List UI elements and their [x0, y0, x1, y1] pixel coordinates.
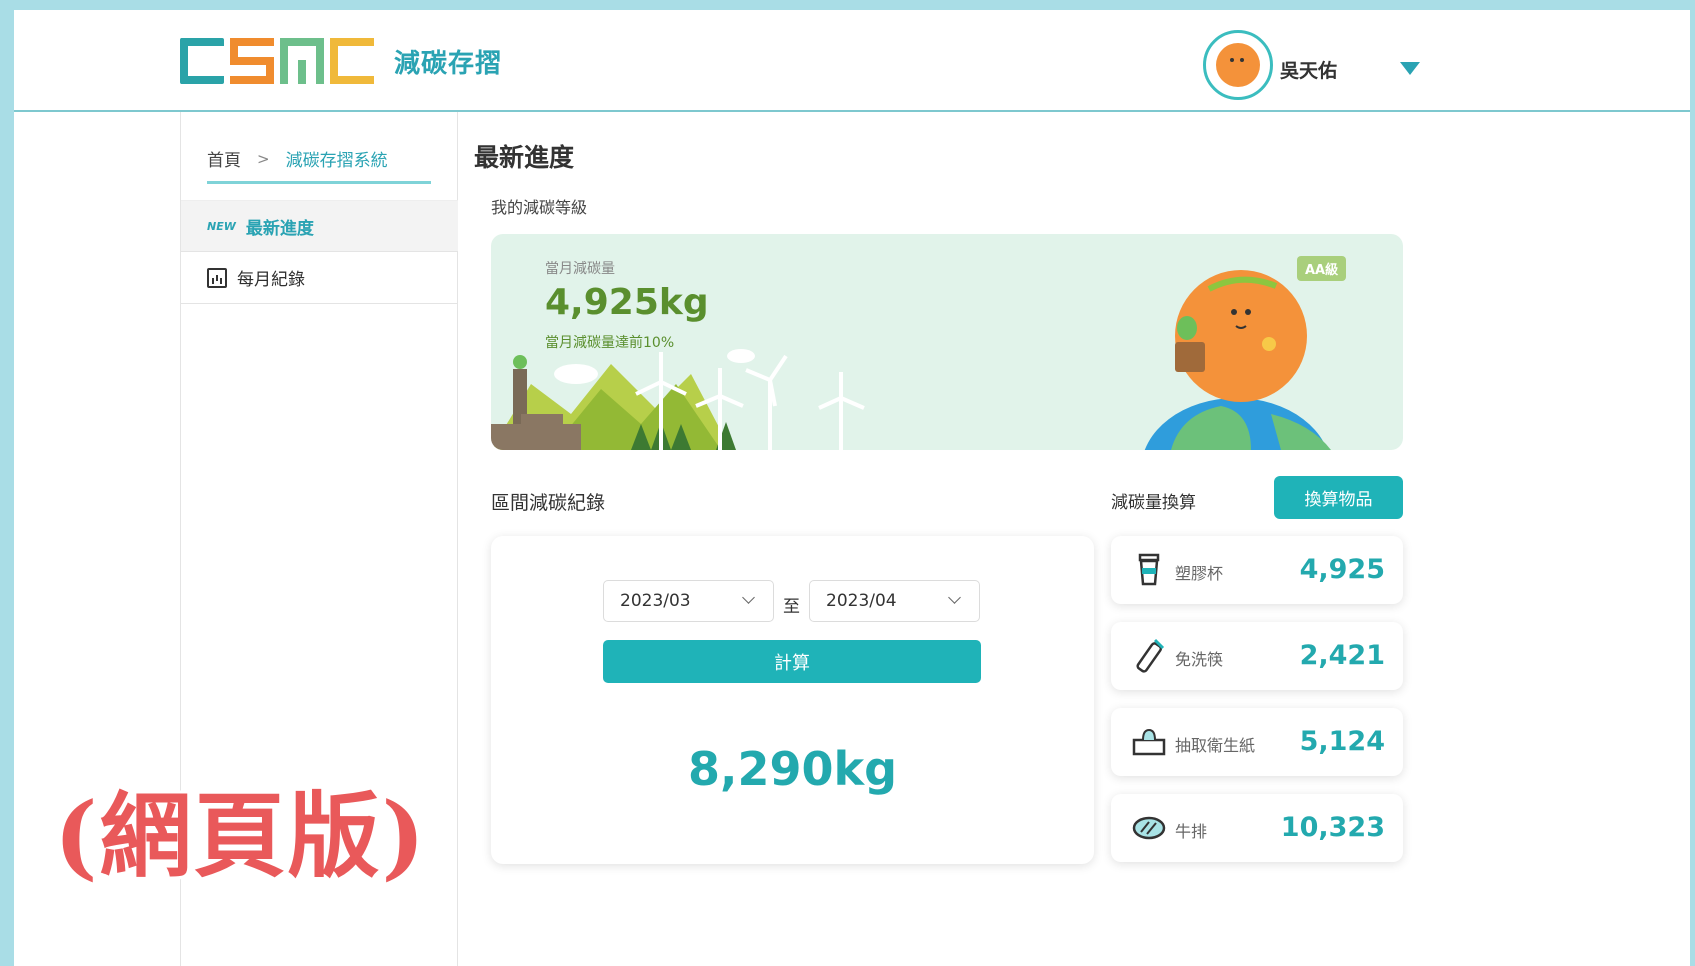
logo-mark-n: [280, 38, 324, 84]
logo-mark-c2: [330, 38, 374, 84]
app-title: 減碳存摺: [394, 48, 503, 79]
monthly-reduction-label: 當月減碳量: [545, 261, 615, 277]
app-frame: 減碳存摺 吳天佑 首頁 > 減碳存摺系統 NEW 最新進度 每月紀錄 最新進度 …: [14, 10, 1690, 966]
sidebar-item-label: 每月紀錄: [237, 270, 305, 290]
calculate-button[interactable]: 計算: [603, 640, 981, 683]
convert-items-button[interactable]: 換算物品: [1274, 476, 1403, 519]
cup-icon: [1138, 553, 1160, 586]
end-month-value: 2023/04: [826, 591, 897, 611]
start-month-value: 2023/03: [620, 591, 691, 611]
new-tag-icon: NEW: [207, 219, 236, 233]
conversion-item-value: 2,421: [1299, 640, 1385, 671]
mascot-eye: [1231, 309, 1237, 315]
range-to-label: 至: [783, 597, 800, 617]
medal-icon: [1262, 337, 1276, 351]
factory-shape: [491, 424, 581, 450]
sprout-icon: [513, 355, 527, 369]
breadcrumb-underline: [207, 181, 431, 184]
wind-turbine-icon: [745, 354, 788, 450]
conversion-item-name: 牛排: [1175, 822, 1208, 841]
conversion-item-name: 抽取衛生紙: [1175, 736, 1256, 755]
chevron-down-icon[interactable]: [1400, 62, 1420, 75]
logo[interactable]: 減碳存摺: [180, 38, 502, 84]
cloud-icon: [727, 349, 755, 363]
ranking-note: 當月減碳量達前10%: [545, 335, 675, 351]
sidebar-item-latest-progress[interactable]: NEW 最新進度: [181, 200, 458, 252]
sidebar-item-label: 最新進度: [245, 218, 314, 239]
logo-mark-c: [180, 38, 224, 84]
factory-roof-shape: [521, 414, 563, 426]
conversion-item-value: 4,925: [1299, 554, 1385, 585]
steak-icon: [1132, 816, 1166, 840]
user-name[interactable]: 吳天佑: [1280, 56, 1337, 83]
conversion-item-chopsticks[interactable]: 免洗筷 2,421: [1111, 622, 1403, 690]
avatar-mascot-icon: [1216, 43, 1260, 87]
chevron-down-icon: [948, 591, 961, 604]
breadcrumb: 首頁 > 減碳存摺系統: [207, 146, 388, 172]
level-section-label: 我的減碳等級: [491, 198, 588, 217]
conversion-section-label: 減碳量換算: [1111, 493, 1196, 513]
chevron-down-icon: [742, 591, 755, 604]
breadcrumb-current[interactable]: 減碳存摺系統: [286, 146, 388, 171]
breadcrumb-home[interactable]: 首頁: [207, 146, 241, 171]
conversion-item-steak[interactable]: 牛排 10,323: [1111, 794, 1403, 862]
conversion-item-name: 免洗筷: [1175, 650, 1224, 669]
tissue-box-icon: [1132, 728, 1166, 756]
avatar[interactable]: [1203, 30, 1273, 100]
plant-leaf-icon: [1177, 316, 1197, 340]
breadcrumb-separator-icon: >: [257, 149, 270, 168]
conversion-item-tissue[interactable]: 抽取衛生紙 5,124: [1111, 708, 1403, 776]
sidebar-item-monthly-records[interactable]: 每月紀錄: [181, 252, 458, 304]
end-month-select[interactable]: 2023/04: [809, 580, 980, 622]
orange-mascot-icon: [1175, 270, 1307, 402]
mascot-eye: [1245, 309, 1251, 315]
web-version-caption: (網頁版): [54, 782, 428, 890]
wind-turbine-icon: [818, 372, 865, 450]
interval-section-label: 區間減碳紀錄: [491, 492, 606, 514]
start-month-select[interactable]: 2023/03: [603, 580, 774, 622]
level-badge: AA級: [1297, 256, 1347, 281]
conversion-item-cup[interactable]: 塑膠杯 4,925: [1111, 536, 1403, 604]
chopsticks-icon: [1136, 638, 1165, 673]
top-header: 減碳存摺 吳天佑: [14, 10, 1690, 112]
conversion-item-name: 塑膠杯: [1175, 564, 1224, 583]
page-title: 最新進度: [474, 143, 575, 172]
monthly-reduction-value: 4,925kg: [545, 282, 709, 323]
cloud-icon: [554, 364, 598, 384]
logo-mark-s: [230, 38, 274, 84]
conversion-item-value: 10,323: [1280, 812, 1385, 843]
carbon-level-banner: 當月減碳量 4,925kg 當月減碳量達前10% AA級: [491, 234, 1403, 450]
conversion-item-value: 5,124: [1299, 726, 1385, 757]
interval-total-value: 8,290kg: [687, 742, 898, 796]
interval-card: 2023/03 至 2023/04 計算 8,290kg: [491, 536, 1094, 864]
plant-pot-icon: [1175, 342, 1205, 372]
bar-chart-icon: [207, 267, 227, 288]
